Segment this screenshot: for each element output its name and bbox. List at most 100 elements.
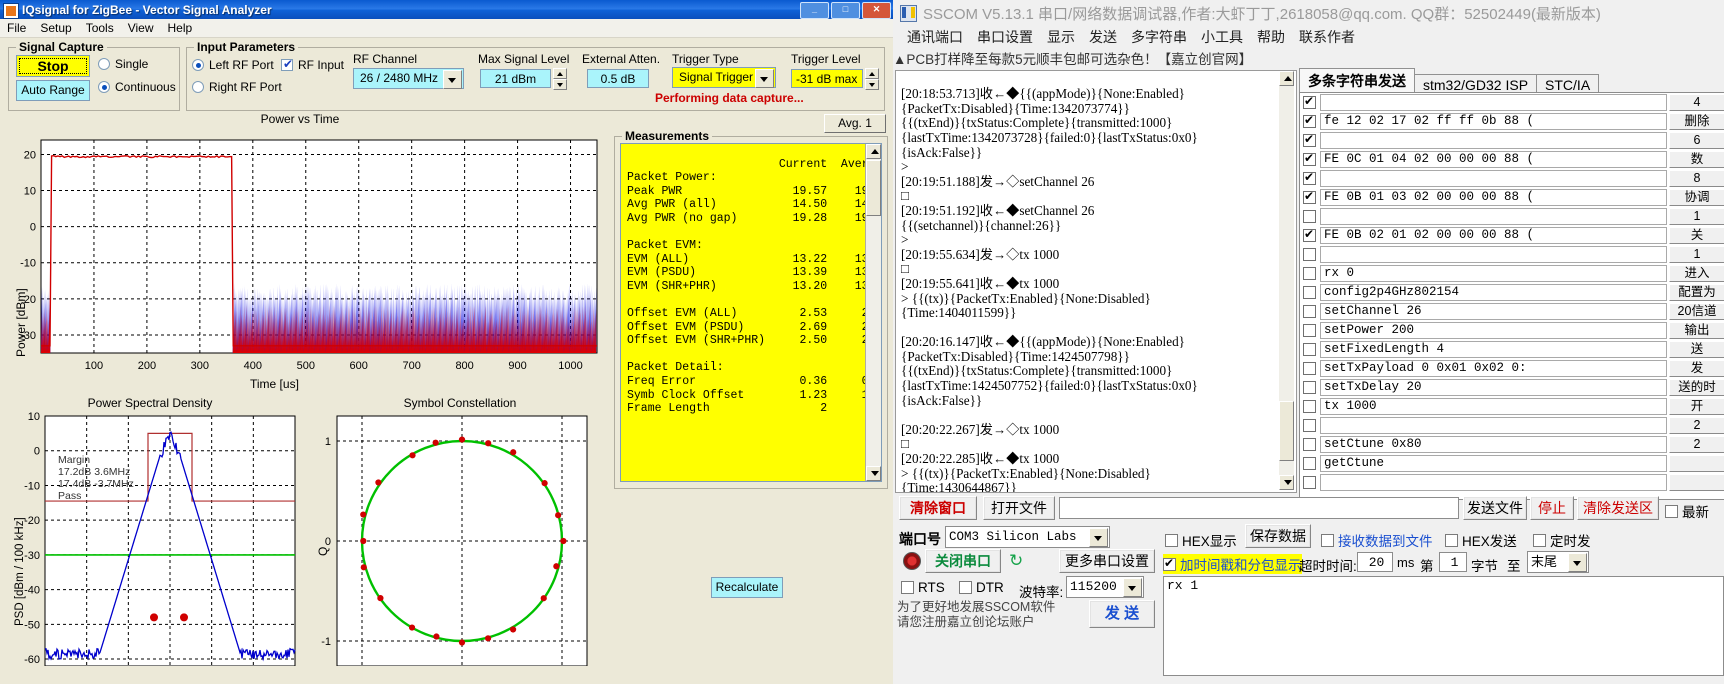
log-scrollbar-thumb[interactable]: [1279, 401, 1294, 461]
latest-checkbox[interactable]: 最新: [1665, 501, 1709, 521]
multistring-command-input[interactable]: getCtune: [1320, 455, 1667, 472]
menu-item-tools[interactable]: Tools: [79, 20, 121, 36]
sscom-menu-multistring[interactable]: 多字符串: [1131, 27, 1187, 47]
close-port-button[interactable]: 关闭串口: [925, 549, 1001, 573]
multistring-send-button[interactable]: 1: [1669, 246, 1724, 263]
open-file-button[interactable]: 打开文件: [983, 496, 1055, 520]
multistring-send-button[interactable]: 发: [1669, 360, 1724, 377]
multistring-send-button[interactable]: 关: [1669, 227, 1724, 244]
right-rf-port-radio[interactable]: Right RF Port: [192, 80, 282, 94]
multistring-checkbox[interactable]: [1303, 362, 1316, 375]
hex-display-checkbox[interactable]: HEX显示: [1165, 530, 1237, 550]
rf-channel-combo[interactable]: 26 / 2480 MHz: [353, 68, 464, 89]
stop-button[interactable]: Stop: [16, 55, 90, 77]
multistring-checkbox[interactable]: [1303, 96, 1316, 109]
menu-item-setup[interactable]: Setup: [33, 20, 78, 36]
timed-send-checkbox[interactable]: 定时发: [1533, 530, 1591, 550]
dtr-checkbox[interactable]: DTR: [959, 580, 1004, 595]
multistring-checkbox[interactable]: [1303, 153, 1316, 166]
multistring-send-button[interactable]: 输出: [1669, 322, 1724, 339]
log-scroll-down-icon[interactable]: [1279, 475, 1294, 490]
left-rf-port-radio[interactable]: Left RF Port: [192, 58, 274, 72]
multistring-checkbox[interactable]: [1303, 324, 1316, 337]
multistring-send-button[interactable]: 送的时: [1669, 379, 1724, 396]
byte-end-select[interactable]: 末尾: [1527, 551, 1589, 573]
spinner-up-icon-trig[interactable]: [865, 68, 879, 79]
multistring-row[interactable]: fe 12 02 17 02 ff ff 0b 88 (删除: [1300, 112, 1724, 131]
multistring-send-button[interactable]: 配置为: [1669, 284, 1724, 301]
multistring-row[interactable]: [1300, 473, 1724, 492]
multistring-checkbox[interactable]: [1303, 172, 1316, 185]
multistring-row[interactable]: setPower 200输出: [1300, 321, 1724, 340]
multistring-command-input[interactable]: setCtune 0x80: [1320, 436, 1667, 453]
multistring-command-input[interactable]: [1320, 474, 1667, 491]
multistring-checkbox[interactable]: [1303, 476, 1316, 489]
sscom-menu-contact[interactable]: 联系作者: [1299, 27, 1355, 47]
multistring-checkbox[interactable]: [1303, 457, 1316, 470]
multistring-checkbox[interactable]: [1303, 267, 1316, 280]
trigger-level-field[interactable]: -31 dB max: [791, 69, 863, 88]
chevron-down-icon-baud[interactable]: [1123, 578, 1142, 597]
multistring-row[interactable]: tx 1000开: [1300, 397, 1724, 416]
spinner-up-icon[interactable]: [553, 68, 567, 79]
maximize-button[interactable]: □: [831, 2, 860, 19]
multistring-checkbox[interactable]: [1303, 286, 1316, 299]
trigger-type-combo[interactable]: Signal Trigger: [672, 67, 776, 88]
multistring-send-button[interactable]: 2: [1669, 417, 1724, 434]
max-signal-level-field[interactable]: 21 dBm: [480, 69, 551, 88]
send-button[interactable]: 发 送: [1089, 600, 1155, 628]
byte-index-input[interactable]: 1: [1439, 552, 1467, 572]
multistring-checkbox[interactable]: [1303, 419, 1316, 432]
multistring-command-input[interactable]: setPower 200: [1320, 322, 1667, 339]
multistring-row[interactable]: setChannel 2620信道: [1300, 302, 1724, 321]
multistring-row[interactable]: FE 0B 01 03 02 00 00 00 88 (协调: [1300, 188, 1724, 207]
rf-input-checkbox[interactable]: ✔ RF Input: [281, 58, 344, 72]
multistring-row[interactable]: getCtune: [1300, 454, 1724, 473]
multistring-row[interactable]: 8: [1300, 169, 1724, 188]
multistring-row[interactable]: rx 0进入: [1300, 264, 1724, 283]
minimize-button[interactable]: _: [800, 2, 829, 19]
receive-log-area[interactable]: [20:18:53.713]收←◆{{(appMode)}{None:Enabl…: [895, 70, 1297, 493]
sscom-menu-comm-port[interactable]: 通讯端口: [907, 27, 963, 47]
multistring-send-button[interactable]: 4: [1669, 94, 1724, 111]
recv-to-file-checkbox[interactable]: 接收数据到文件: [1321, 530, 1433, 550]
multistring-row[interactable]: 1: [1300, 245, 1724, 264]
multistring-row[interactable]: FE 0B 02 01 02 00 00 00 88 (关: [1300, 226, 1724, 245]
baud-select[interactable]: 115200: [1066, 576, 1144, 598]
multistring-command-input[interactable]: config2p4GHz802154: [1320, 284, 1667, 301]
sscom-ad-banner[interactable]: ▲PCB打样降至每款5元顺丰包邮可选杂色！【嘉立创官网】: [893, 48, 1724, 68]
scroll-down-icon[interactable]: [866, 466, 881, 481]
avg-button[interactable]: Avg. 1: [824, 114, 886, 133]
multistring-send-button[interactable]: 8: [1669, 170, 1724, 187]
multistring-send-button[interactable]: 删除: [1669, 113, 1724, 130]
menu-item-file[interactable]: File: [0, 20, 33, 36]
port-select[interactable]: COM3 Silicon Labs CP210x U:: [945, 526, 1110, 548]
menu-item-help[interactable]: Help: [161, 20, 200, 36]
multistring-row[interactable]: setTxPayload 0 0x01 0x02 0:发: [1300, 359, 1724, 378]
scrollbar-thumb[interactable]: [866, 160, 881, 216]
hex-send-checkbox[interactable]: HEX发送: [1445, 530, 1517, 550]
clear-window-button[interactable]: 清除窗口: [899, 496, 977, 520]
multistring-checkbox[interactable]: [1303, 134, 1316, 147]
file-path-input[interactable]: [1059, 497, 1459, 519]
sscom-menu-send[interactable]: 发送: [1089, 27, 1117, 47]
mode-continuous-radio[interactable]: Continuous: [98, 80, 176, 94]
multistring-send-button[interactable]: 协调: [1669, 189, 1724, 206]
multistring-send-button[interactable]: 2: [1669, 436, 1724, 453]
multistring-command-input[interactable]: setTxDelay 20: [1320, 379, 1667, 396]
sscom-menu-display[interactable]: 显示: [1047, 27, 1075, 47]
add-timestamp-checkbox[interactable]: 加时间戳和分包显示: [1163, 554, 1302, 574]
scroll-up-icon[interactable]: [866, 144, 881, 159]
multistring-command-input[interactable]: [1320, 417, 1667, 434]
multistring-send-button[interactable]: [1669, 455, 1724, 472]
auto-range-button[interactable]: Auto Range: [16, 80, 90, 101]
trigger-level-spinner[interactable]: [865, 68, 879, 89]
multistring-command-input[interactable]: [1320, 132, 1667, 149]
multistring-list[interactable]: 4fe 12 02 17 02 ff ff 0b 88 (删除6FE 0C 01…: [1299, 92, 1724, 500]
multistring-send-button[interactable]: 1: [1669, 208, 1724, 225]
multistring-row[interactable]: 4: [1300, 93, 1724, 112]
tab-multistring[interactable]: 多条字符串发送: [1299, 68, 1415, 95]
multistring-command-input[interactable]: tx 1000: [1320, 398, 1667, 415]
chevron-down-icon-port[interactable]: [1089, 528, 1108, 547]
multistring-checkbox[interactable]: [1303, 248, 1316, 261]
